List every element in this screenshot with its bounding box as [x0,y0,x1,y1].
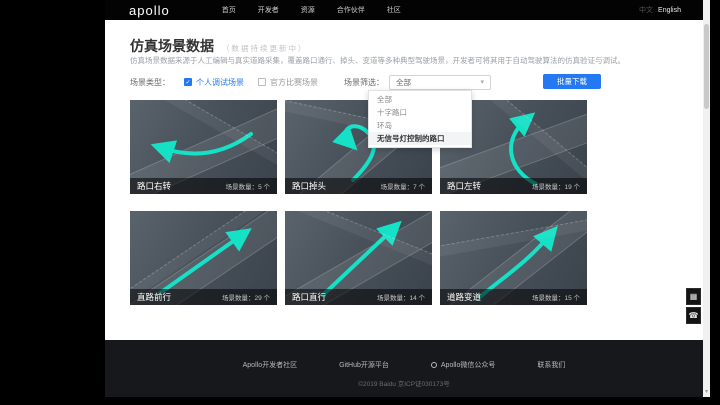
dropdown-option-roundabout[interactable]: 环岛 [369,119,471,132]
wechat-icon [430,362,437,368]
card-name: 路口右转 [137,181,172,191]
card-count: 场景数量：29 个 [221,295,270,302]
footer-links: Apollo开发者社区 GitHub开源平台 Apollo微信公众号 联系我们 [105,360,703,370]
scenario-grid: 路口右转 场景数量：5 个 路口掉头 场景数量：7 个 路口左转 场景数量：19… [130,100,587,305]
browser-page: apollo 首页 开发者 资源 合作伙伴 社区 中文 English 仿真场景… [105,0,710,397]
scenario-card-right-turn[interactable]: 路口右转 场景数量：5 个 [130,100,277,194]
card-name: 道路变道 [447,292,482,302]
footer-link-github[interactable]: GitHub开源平台 [339,360,389,370]
scene-type-label: 场景类型： [130,77,170,87]
scrollbar-thumb[interactable] [704,24,709,109]
select-value: 全部 [396,77,411,87]
card-count: 场景数量：5 个 [225,184,270,191]
scene-filter-select[interactable]: 全部 ▾ [389,74,491,90]
page-subtitle: （数据持续更新中） [222,44,308,53]
dropdown-option-crossroad[interactable]: 十字路口 [369,106,471,119]
lang-en-toggle[interactable]: English [658,7,681,14]
dropdown-option-all[interactable]: 全部 [369,93,471,106]
checkbox-personal-scenes[interactable]: ✓ 个人调试场景 [184,77,244,88]
card-label-bar: 路口掉头 场景数量：7 个 [285,178,432,194]
top-navbar: apollo 首页 开发者 资源 合作伙伴 社区 中文 English [105,0,703,20]
checkbox-checked-icon[interactable]: ✓ [184,78,192,86]
batch-download-button[interactable]: 批量下载 [543,74,601,89]
card-label-bar: 直路前行 场景数量：29 个 [130,289,277,305]
scenario-card-straight-road[interactable]: 直路前行 场景数量：29 个 [130,211,277,305]
card-name: 直路前行 [137,292,172,302]
card-label-bar: 路口右转 场景数量：5 个 [130,178,277,194]
checkbox-official-label: 官方比赛场景 [270,77,318,87]
footer-link-contact[interactable]: 联系我们 [537,360,565,370]
apollo-logo[interactable]: apollo [129,3,170,18]
card-count: 场景数量：15 个 [531,295,580,302]
page-title-row: 仿真场景数据 （数据持续更新中） [130,36,308,56]
dropdown-option-unsignalized[interactable]: 无信号灯控制的路口 [369,132,471,145]
page-footer: Apollo开发者社区 GitHub开源平台 Apollo微信公众号 联系我们 … [105,340,703,397]
filter-dropdown-menu: 全部 十字路口 环岛 无信号灯控制的路口 [368,90,472,148]
checkbox-official-scenes[interactable]: 官方比赛场景 [258,77,318,88]
card-label-bar: 路口左转 场景数量：19 个 [440,178,587,194]
card-name: 路口直行 [292,292,327,302]
page-description: 仿真场景数据来源于人工编辑与真实道路采集，覆盖路口通行、掉头、变道等多种典型驾驶… [130,56,625,65]
card-name: 路口掉头 [292,181,327,191]
card-label-bar: 道路变道 场景数量：15 个 [440,289,587,305]
card-name: 路口左转 [447,181,482,191]
scrollbar[interactable]: ▾ [703,0,710,397]
filter-bar: 场景类型： ✓ 个人调试场景 官方比赛场景 场景筛选： 全部 ▾ 批量下载 [130,74,678,90]
qr-code-icon[interactable]: ▦ [686,288,701,305]
nav-item-developer[interactable]: 开发者 [258,5,279,15]
card-label-bar: 路口直行 场景数量：14 个 [285,289,432,305]
nav-item-home[interactable]: 首页 [222,5,236,15]
scene-filter-label: 场景筛选： [344,77,384,87]
scrollbar-down-arrow-icon[interactable]: ▾ [703,388,710,395]
nav-item-resources[interactable]: 资源 [301,5,315,15]
lang-zh-toggle[interactable]: 中文 [639,5,653,15]
scenario-card-lane-change[interactable]: 道路变道 场景数量：15 个 [440,211,587,305]
footer-link-wechat[interactable]: Apollo微信公众号 [430,360,496,370]
card-count: 场景数量：7 个 [380,184,425,191]
page-title: 仿真场景数据 [130,38,214,54]
footer-link-wechat-label: Apollo微信公众号 [440,362,496,369]
nav-item-partners[interactable]: 合作伙伴 [337,5,365,15]
contact-service-icon[interactable]: ☎ [686,307,701,324]
footer-link-community[interactable]: Apollo开发者社区 [243,360,297,370]
checkbox-personal-label: 个人调试场景 [196,77,244,87]
floating-side-widget: ▦ ☎ [686,288,701,326]
checkbox-unchecked-icon[interactable] [258,78,266,86]
card-count: 场景数量：19 个 [531,184,580,191]
scenario-card-straight-through[interactable]: 路口直行 场景数量：14 个 [285,211,432,305]
copyright-text: ©2019 Baidu 京ICP证030173号 [358,381,450,388]
nav-item-community[interactable]: 社区 [387,5,401,15]
main-nav: 首页 开发者 资源 合作伙伴 社区 [222,5,401,15]
language-switcher: 中文 English [639,0,681,20]
card-count: 场景数量：14 个 [376,295,425,302]
chevron-down-icon: ▾ [480,79,484,86]
